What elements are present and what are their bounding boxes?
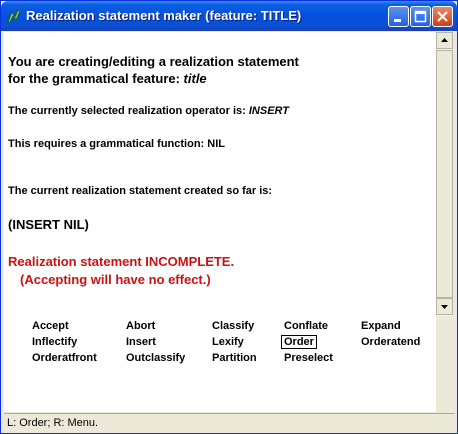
- op-outclassify[interactable]: Outclassify: [126, 352, 185, 364]
- op-abort[interactable]: Abort: [126, 320, 155, 332]
- incomplete-message: Realization statement INCOMPLETE.: [8, 254, 235, 269]
- heading-line-2: for the grammatical feature: title: [8, 71, 207, 86]
- op-classify[interactable]: Classify: [212, 320, 254, 332]
- status-text: L: Order; R: Menu.: [7, 417, 99, 429]
- operator-value: INSERT: [248, 105, 289, 117]
- close-button[interactable]: [432, 6, 453, 27]
- heading-prefix: for the grammatical feature:: [8, 71, 184, 86]
- title-bar[interactable]: Realization statement maker (feature: TI…: [1, 1, 457, 31]
- close-icon: [437, 11, 448, 22]
- vertical-scrollbar[interactable]: [436, 32, 453, 316]
- maximize-button[interactable]: [410, 6, 431, 27]
- current-statement-label: The current realization statement create…: [8, 185, 273, 197]
- scroll-thumb[interactable]: [436, 50, 453, 298]
- arrow-up-icon: [441, 38, 448, 42]
- operator-line: The currently selected realization opera…: [8, 105, 289, 117]
- feature-name: title: [183, 71, 207, 86]
- op-orderatend[interactable]: Orderatend: [361, 336, 420, 348]
- arrow-down-icon: [441, 305, 448, 309]
- minimize-button[interactable]: [388, 6, 409, 27]
- fountain-pen-icon: [7, 9, 21, 23]
- operator-prefix: The currently selected realization opera…: [8, 105, 249, 117]
- window-title: Realization statement maker (feature: TI…: [26, 8, 302, 23]
- op-accept[interactable]: Accept: [32, 320, 69, 332]
- op-orderatfront[interactable]: Orderatfront: [32, 352, 97, 364]
- scroll-up-button[interactable]: [436, 32, 453, 49]
- op-partition[interactable]: Partition: [212, 352, 257, 364]
- op-lexify[interactable]: Lexify: [212, 336, 244, 348]
- op-inflectify[interactable]: Inflectify: [32, 336, 77, 348]
- heading-line-1: You are creating/editing a realization s…: [8, 54, 299, 69]
- app-window: Realization statement maker (feature: TI…: [0, 0, 458, 434]
- scroll-down-button[interactable]: [436, 298, 453, 315]
- maximize-icon: [414, 10, 427, 23]
- no-effect-message: (Accepting will have no effect.): [20, 272, 211, 287]
- op-preselect[interactable]: Preselect: [284, 352, 333, 364]
- content-area: You are creating/editing a realization s…: [4, 32, 436, 412]
- op-expand[interactable]: Expand: [361, 320, 401, 332]
- op-insert[interactable]: Insert: [126, 336, 156, 348]
- op-order-selected[interactable]: Order: [281, 335, 317, 349]
- statement-text: (INSERT NIL): [8, 217, 89, 232]
- status-bar: L: Order; R: Menu.: [4, 413, 455, 433]
- op-conflate[interactable]: Conflate: [284, 320, 328, 332]
- minimize-icon: [394, 19, 401, 22]
- function-line: This requires a grammatical function: NI…: [8, 138, 225, 150]
